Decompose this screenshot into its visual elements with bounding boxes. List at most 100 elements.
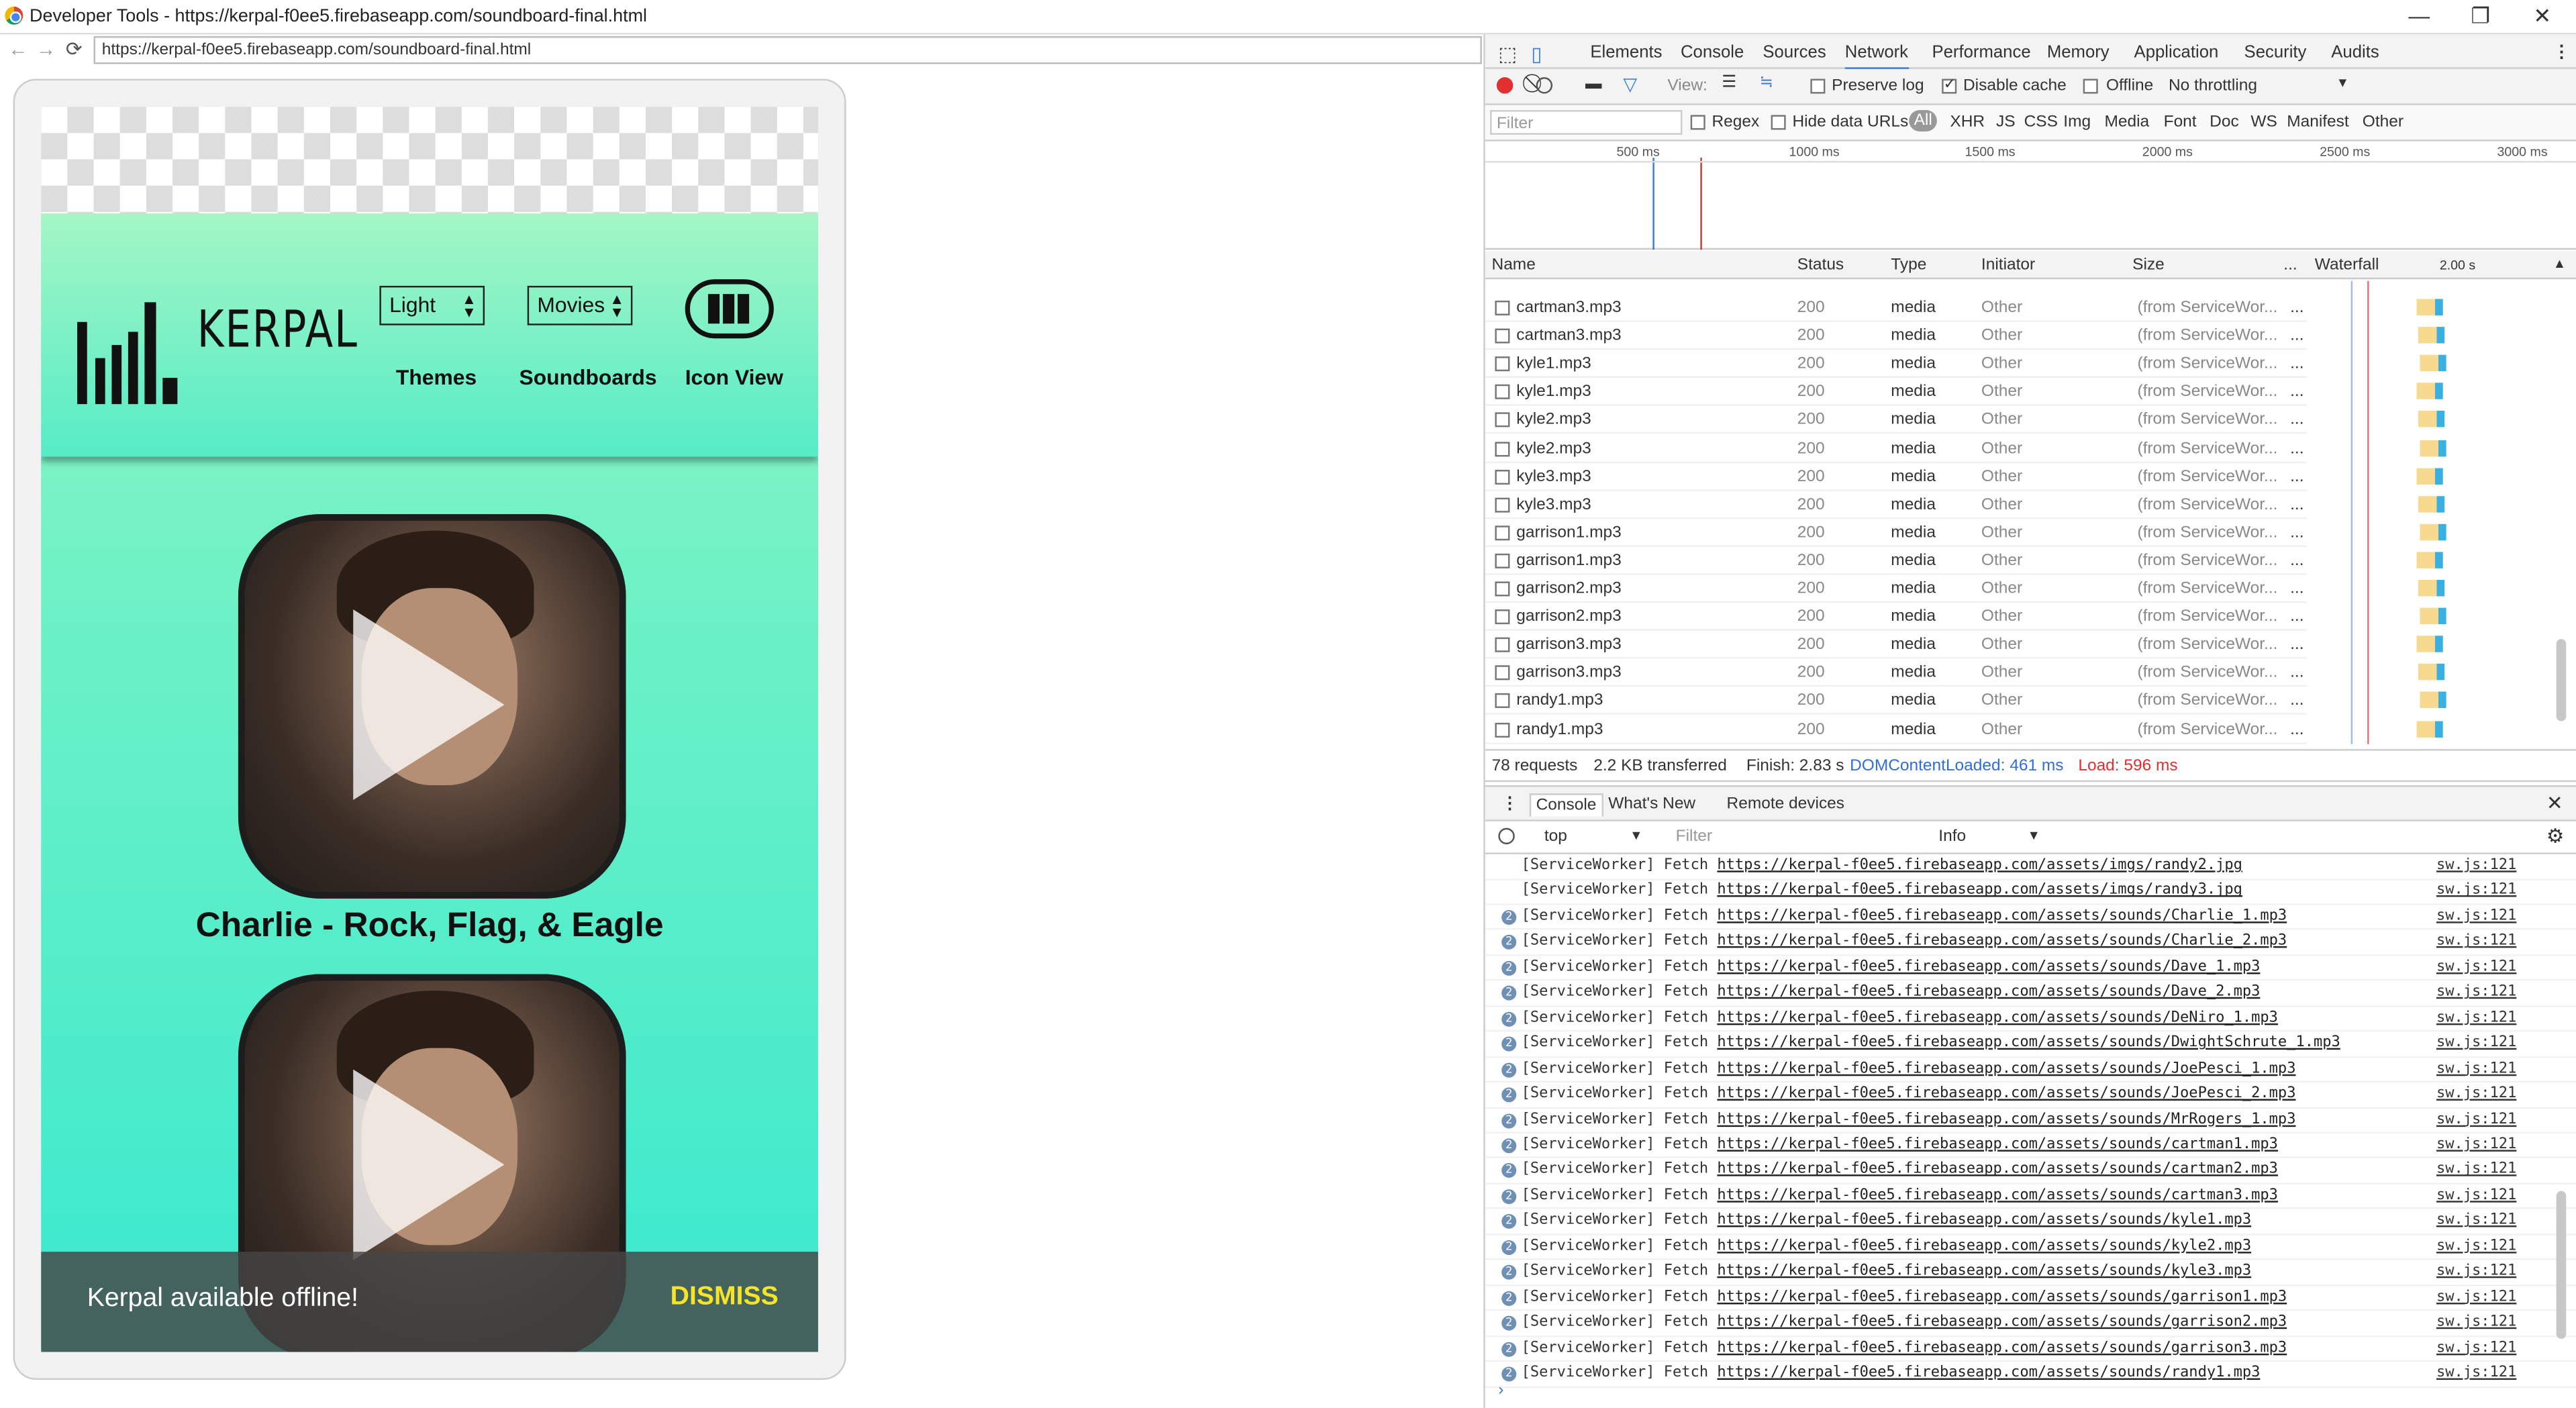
console-source-link[interactable]: sw.js:121 [2436, 858, 2516, 874]
tab-security[interactable]: Security [2244, 43, 2307, 62]
drawer-tab-whats-new[interactable]: What's New [1608, 795, 1695, 813]
request-row[interactable]: kyle2.mp3 200 media Other (from ServiceWor..… [1485, 434, 2446, 463]
request-name[interactable]: garrison3.mp3 [1516, 664, 1621, 683]
url-input[interactable]: https://kerpal-f0ee5.firebaseapp.com/sou… [93, 36, 1482, 64]
tab-sources[interactable]: Sources [1763, 43, 1826, 62]
console-source-link[interactable]: sw.js:121 [2436, 1162, 2516, 1178]
console-message-url[interactable]: https://kerpal-f0ee5.firebaseapp.com/ass… [1717, 858, 2242, 874]
request-row[interactable]: garrison1.mp3 200 media Other (from ServiceW… [1485, 547, 2443, 575]
request-row[interactable]: kyle3.mp3 200 media Other (from ServiceWor..… [1485, 491, 2445, 519]
console-message-url[interactable]: https://kerpal-f0ee5.firebaseapp.com/ass… [1717, 1137, 2278, 1153]
more-options-icon[interactable]: ⋮ [2553, 43, 2571, 62]
filter-input[interactable]: Filter [1490, 109, 1683, 135]
request-row[interactable]: randy1.mp3 200 media Other (from ServiceWor.… [1485, 715, 2443, 744]
column-type[interactable]: Type [1891, 256, 1926, 274]
request-name[interactable]: kyle1.mp3 [1516, 355, 1591, 373]
inspect-element-icon[interactable]: ⬚ [1498, 43, 1517, 66]
tab-elements[interactable]: Elements [1590, 43, 1662, 62]
console-scrollbar[interactable] [2556, 1191, 2567, 1339]
hide-data-urls-checkbox[interactable] [1771, 115, 1786, 130]
console-message-url[interactable]: https://kerpal-f0ee5.firebaseapp.com/ass… [1717, 1264, 2251, 1280]
console-message-url[interactable]: https://kerpal-f0ee5.firebaseapp.com/ass… [1717, 1365, 2260, 1381]
console-message-url[interactable]: https://kerpal-f0ee5.firebaseapp.com/ass… [1717, 1060, 2295, 1076]
request-row[interactable]: kyle1.mp3 200 media Other (from ServiceWor..… [1485, 379, 2443, 407]
drawer-menu-icon[interactable]: ⋮ [1501, 795, 1518, 813]
tab-application[interactable]: Application [2134, 43, 2219, 62]
type-filter-all[interactable]: All [1909, 109, 1938, 132]
forward-icon[interactable]: → [36, 38, 56, 60]
console-message-url[interactable]: https://kerpal-f0ee5.firebaseapp.com/ass… [1717, 1086, 2295, 1102]
drawer-tab-remote-devices[interactable]: Remote devices [1727, 795, 1845, 813]
request-name[interactable]: garrison1.mp3 [1516, 552, 1621, 570]
context-select[interactable]: top [1544, 828, 1567, 846]
request-name[interactable]: cartman3.mp3 [1516, 327, 1621, 345]
request-name[interactable]: garrison3.mp3 [1516, 636, 1621, 654]
console-source-link[interactable]: sw.js:121 [2436, 1340, 2516, 1356]
console-source-link[interactable]: sw.js:121 [2436, 1238, 2516, 1254]
column-size[interactable]: Size [2132, 256, 2165, 274]
tab-network[interactable]: Network [1844, 43, 1908, 71]
sound-card-play-button[interactable] [238, 514, 626, 899]
type-filter-font[interactable]: Font [2164, 113, 2197, 132]
disable-cache-checkbox[interactable] [1942, 76, 1957, 94]
console-message-url[interactable]: https://kerpal-f0ee5.firebaseapp.com/ass… [1717, 1010, 2278, 1026]
overview-icon[interactable]: ≒ [1759, 74, 1773, 92]
type-filter-manifest[interactable]: Manifest [2287, 113, 2349, 132]
type-filter-js[interactable]: JS [1996, 113, 2016, 132]
console-source-link[interactable]: sw.js:121 [2436, 883, 2516, 899]
console-message-url[interactable]: https://kerpal-f0ee5.firebaseapp.com/ass… [1717, 1340, 2287, 1356]
console-source-link[interactable]: sw.js:121 [2436, 1060, 2516, 1076]
console-message-url[interactable]: https://kerpal-f0ee5.firebaseapp.com/ass… [1717, 959, 2260, 975]
preserve-log-checkbox[interactable] [1810, 79, 1826, 94]
tab-console[interactable]: Console [1681, 43, 1744, 62]
dismiss-button[interactable]: DISMISS [671, 1283, 779, 1313]
console-source-link[interactable]: sw.js:121 [2436, 908, 2516, 924]
drawer-tab-console[interactable]: Console [1529, 793, 1603, 817]
console-message-url[interactable]: https://kerpal-f0ee5.firebaseapp.com/ass… [1717, 1035, 2340, 1051]
console-message-url[interactable]: https://kerpal-f0ee5.firebaseapp.com/ass… [1717, 1187, 2278, 1203]
restore-icon[interactable]: ❐ [2471, 3, 2490, 30]
type-filter-ws[interactable]: WS [2250, 113, 2277, 132]
close-drawer-icon[interactable]: ✕ [2546, 792, 2563, 815]
request-name[interactable]: kyle1.mp3 [1516, 383, 1591, 401]
console-message-url[interactable]: https://kerpal-f0ee5.firebaseapp.com/ass… [1717, 1111, 2295, 1127]
request-name[interactable]: kyle2.mp3 [1516, 411, 1591, 430]
console-source-link[interactable]: sw.js:121 [2436, 1365, 2516, 1381]
console-source-link[interactable]: sw.js:121 [2436, 1010, 2516, 1026]
console-message-url[interactable]: https://kerpal-f0ee5.firebaseapp.com/ass… [1717, 1162, 2278, 1178]
console-message-url[interactable]: https://kerpal-f0ee5.firebaseapp.com/ass… [1717, 1213, 2251, 1229]
request-row[interactable]: garrison2.mp3 200 media Other (from ServiceW… [1485, 575, 2445, 603]
request-name[interactable]: randy1.mp3 [1516, 692, 1603, 710]
request-name[interactable]: kyle2.mp3 [1516, 440, 1591, 458]
reload-icon[interactable]: ⟳ [66, 38, 83, 60]
record-icon[interactable] [1496, 77, 1514, 94]
console-source-link[interactable]: sw.js:121 [2436, 934, 2516, 950]
column-waterfall[interactable]: Waterfall [2315, 256, 2379, 274]
type-filter-doc[interactable]: Doc [2210, 113, 2239, 132]
request-row[interactable]: garrison3.mp3 200 media Other (from ServiceW… [1485, 631, 2443, 659]
request-row[interactable]: cartman3.mp3 200 media Other (from ServiceWo… [1485, 322, 2445, 350]
console-source-link[interactable]: sw.js:121 [2436, 1314, 2516, 1330]
request-name[interactable]: cartman3.mp3 [1516, 299, 1621, 317]
tab-memory[interactable]: Memory [2047, 43, 2110, 62]
theme-select[interactable]: Light ▲ ▼ [379, 285, 485, 325]
console-message-url[interactable]: https://kerpal-f0ee5.firebaseapp.com/ass… [1717, 1289, 2287, 1305]
console-source-link[interactable]: sw.js:121 [2436, 1213, 2516, 1229]
type-filter-img[interactable]: Img [2063, 113, 2091, 132]
console-message-url[interactable]: https://kerpal-f0ee5.firebaseapp.com/ass… [1717, 1314, 2287, 1330]
console-message-url[interactable]: https://kerpal-f0ee5.firebaseapp.com/ass… [1717, 985, 2260, 1001]
throttling-select[interactable]: No throttling [2169, 77, 2257, 95]
console-source-link[interactable]: sw.js:121 [2436, 1137, 2516, 1153]
request-list-scrollbar[interactable] [2556, 639, 2567, 721]
column-initiator[interactable]: Initiator [1981, 256, 2035, 274]
column-more[interactable]: ... [2283, 256, 2297, 274]
back-icon[interactable]: ← [8, 38, 28, 60]
soundboard-select[interactable]: Movies ▲ ▼ [527, 285, 633, 325]
request-row[interactable]: garrison3.mp3 200 media Other (from ServiceW… [1485, 659, 2445, 687]
device-toolbar-icon[interactable]: ▯ [1531, 43, 1542, 66]
console-message-url[interactable]: https://kerpal-f0ee5.firebaseapp.com/ass… [1717, 934, 2287, 950]
console-source-link[interactable]: sw.js:121 [2436, 1086, 2516, 1102]
request-name[interactable]: randy1.mp3 [1516, 720, 1603, 738]
console-message-url[interactable]: https://kerpal-f0ee5.firebaseapp.com/ass… [1717, 883, 2242, 899]
type-filter-xhr[interactable]: XHR [1950, 113, 1985, 132]
